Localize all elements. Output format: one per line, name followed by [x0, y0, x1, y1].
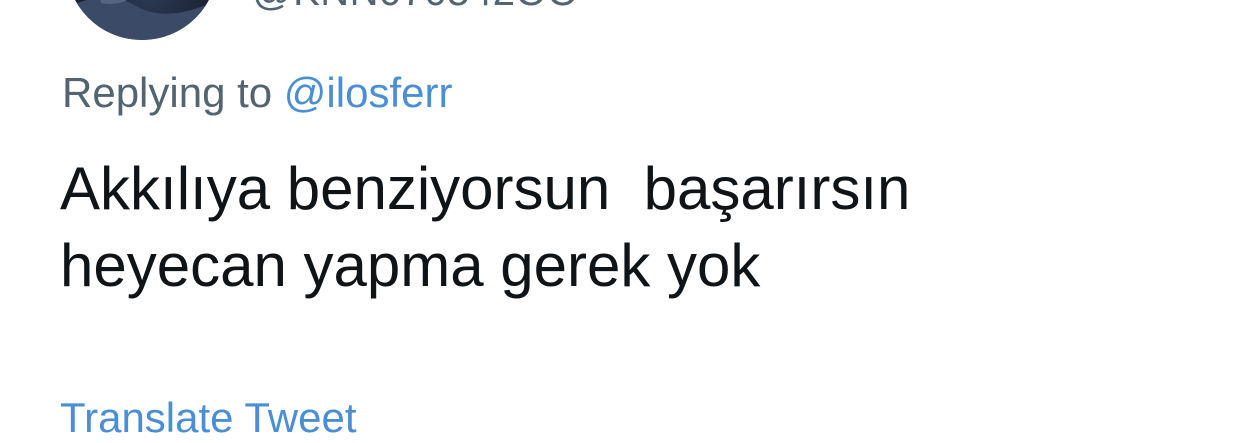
replying-to-line: Replying to @ilosferr: [62, 68, 452, 118]
author-handle[interactable]: @KNN070542OO: [252, 0, 579, 15]
mention-link[interactable]: @ilosferr: [284, 69, 453, 116]
translate-tweet-link[interactable]: Translate Tweet: [60, 393, 356, 443]
avatar-image: [66, 0, 218, 40]
avatar[interactable]: [66, 0, 218, 40]
replying-to-label: Replying to: [62, 69, 284, 116]
tweet-text: Akkılıya benziyorsun başarırsın heyecan …: [60, 155, 911, 299]
